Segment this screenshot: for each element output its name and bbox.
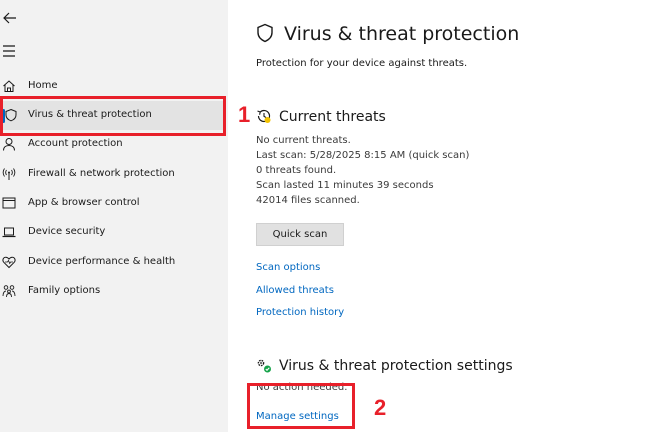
- family-icon: [2, 285, 16, 298]
- sidebar-item-label: Family options: [28, 285, 101, 296]
- sidebar-item-label: Account protection: [28, 138, 123, 149]
- quick-scan-button[interactable]: Quick scan: [256, 223, 344, 246]
- threat-status-text: No current threats.: [256, 135, 351, 146]
- scan-history-icon: [257, 109, 271, 123]
- files-scanned-text: 42014 files scanned.: [256, 195, 360, 206]
- sidebar-item-firewall-network-protection[interactable]: Firewall & network protection: [0, 160, 226, 189]
- windows-security-window: Home Virus & threat protection Account p…: [0, 0, 650, 432]
- shield-icon: [257, 23, 273, 43]
- app-window-icon: [2, 197, 16, 209]
- back-arrow-icon[interactable]: [2, 10, 18, 26]
- scan-options-link[interactable]: Scan options: [256, 261, 320, 275]
- person-icon: [3, 138, 15, 151]
- scan-duration-text: Scan lasted 11 minutes 39 seconds: [256, 180, 434, 191]
- laptop-icon: [2, 227, 16, 238]
- sidebar-item-family-options[interactable]: Family options: [0, 277, 226, 306]
- sidebar-item-app-browser-control[interactable]: App & browser control: [0, 189, 226, 218]
- protection-history-link[interactable]: Protection history: [256, 306, 344, 320]
- wifi-antenna-icon: [2, 168, 16, 180]
- page-subtitle: Protection for your device against threa…: [256, 58, 468, 69]
- annotation-number-2: 2: [374, 395, 387, 420]
- last-scan-text: Last scan: 5/28/2025 8:15 AM (quick scan…: [256, 150, 470, 161]
- sidebar-item-label: Device security: [28, 226, 106, 237]
- threats-found-text: 0 threats found.: [256, 165, 337, 176]
- page-title: Virus & threat protection: [284, 23, 520, 45]
- sidebar-item-label: Device performance & health: [28, 256, 176, 267]
- sidebar: Home Virus & threat protection Account p…: [0, 0, 228, 432]
- protection-settings-heading: Virus & threat protection settings: [279, 358, 513, 374]
- sidebar-item-device-security[interactable]: Device security: [0, 218, 226, 247]
- hamburger-menu-icon[interactable]: [2, 44, 18, 58]
- sidebar-item-label: App & browser control: [28, 197, 140, 208]
- sidebar-item-device-performance-health[interactable]: Device performance & health: [0, 248, 226, 277]
- highlight-box-1: [0, 96, 226, 136]
- home-icon: [3, 80, 15, 92]
- highlight-box-2: [247, 383, 355, 429]
- sidebar-item-label: Firewall & network protection: [28, 168, 175, 179]
- current-threats-heading: Current threats: [279, 109, 386, 125]
- main-content: Virus & threat protection Protection for…: [228, 0, 650, 432]
- allowed-threats-link[interactable]: Allowed threats: [256, 284, 334, 298]
- sidebar-item-label: Home: [28, 80, 58, 91]
- settings-gears-icon: [257, 359, 271, 373]
- heart-icon: [2, 256, 16, 269]
